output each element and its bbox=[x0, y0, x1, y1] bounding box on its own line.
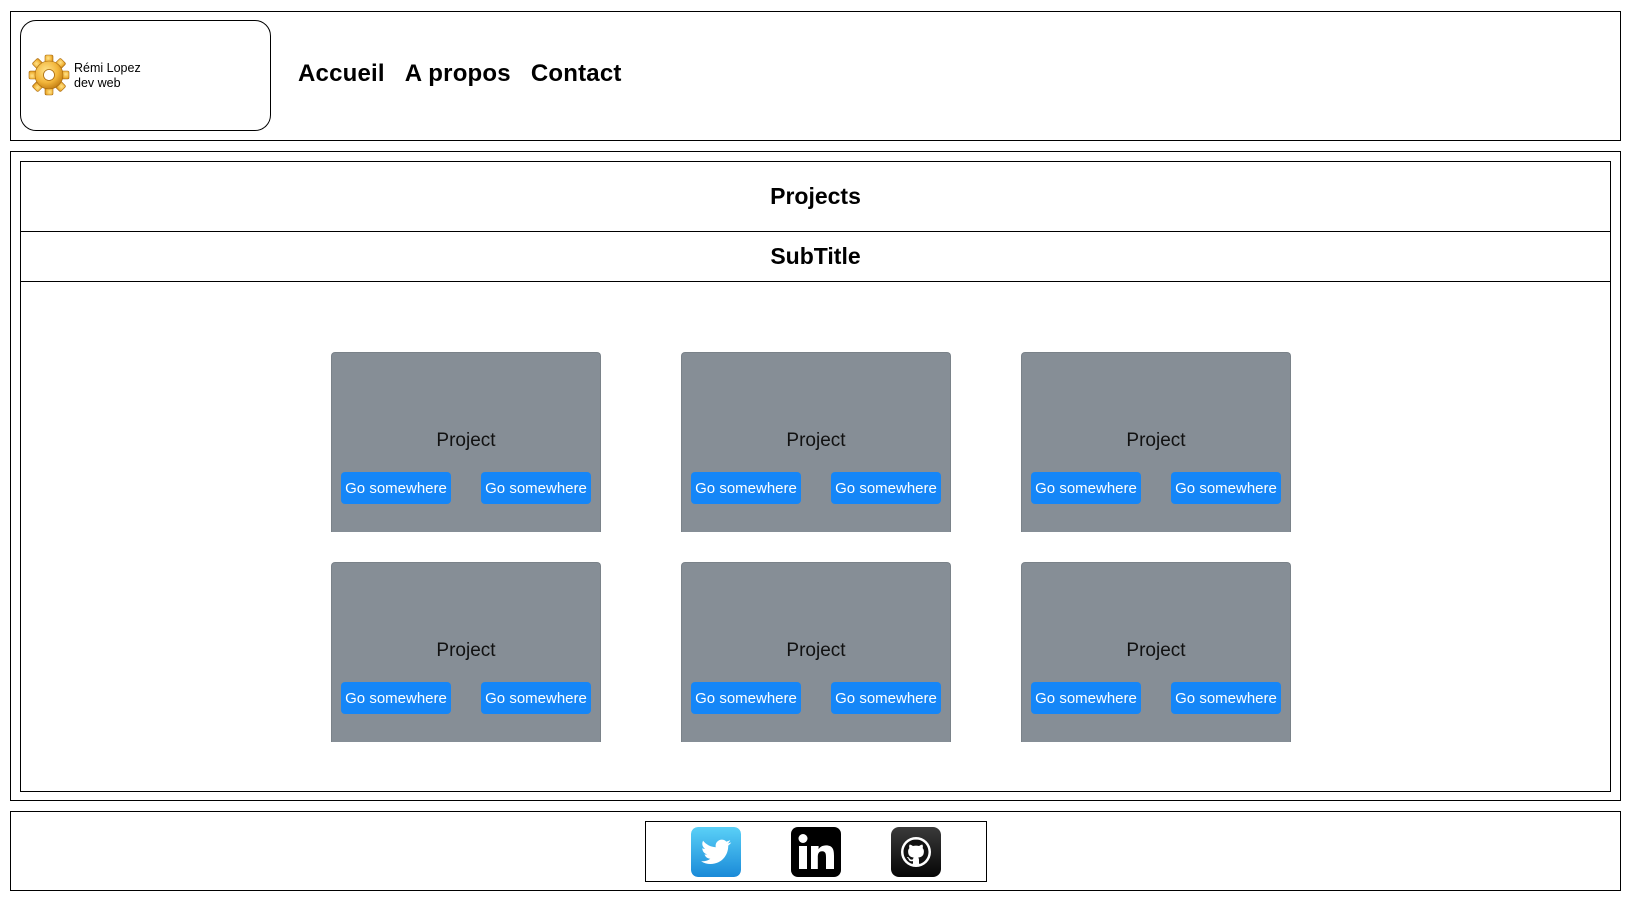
brand-text: Rémi Lopez dev web bbox=[74, 61, 141, 91]
nav-item-accueil[interactable]: Accueil bbox=[298, 60, 385, 88]
go-somewhere-button[interactable]: Go somewhere bbox=[691, 472, 801, 504]
go-somewhere-button[interactable]: Go somewhere bbox=[341, 682, 451, 714]
go-somewhere-button[interactable]: Go somewhere bbox=[1171, 472, 1281, 504]
go-somewhere-button[interactable]: Go somewhere bbox=[341, 472, 451, 504]
brand-box[interactable]: Rémi Lopez dev web bbox=[20, 20, 271, 131]
project-card: Project Go somewhere Go somewhere bbox=[681, 562, 951, 742]
site-header: Rémi Lopez dev web Accueil A propos Cont… bbox=[10, 11, 1621, 141]
project-card-title: Project bbox=[436, 640, 496, 661]
title-row: Projects bbox=[21, 162, 1610, 232]
project-card-title: Project bbox=[786, 430, 846, 451]
page-title: Projects bbox=[770, 183, 861, 209]
go-somewhere-button[interactable]: Go somewhere bbox=[831, 472, 941, 504]
twitter-icon[interactable] bbox=[691, 827, 741, 877]
go-somewhere-button[interactable]: Go somewhere bbox=[831, 682, 941, 714]
project-card-title: Project bbox=[436, 430, 496, 451]
site-footer bbox=[10, 811, 1621, 891]
go-somewhere-button[interactable]: Go somewhere bbox=[691, 682, 801, 714]
github-icon[interactable] bbox=[891, 827, 941, 877]
brand-name: Rémi Lopez bbox=[74, 61, 141, 75]
project-card: Project Go somewhere Go somewhere bbox=[681, 352, 951, 532]
project-card: Project Go somewhere Go somewhere bbox=[331, 352, 601, 532]
go-somewhere-button[interactable]: Go somewhere bbox=[481, 472, 591, 504]
project-card: Project Go somewhere Go somewhere bbox=[1021, 562, 1291, 742]
nav-item-contact[interactable]: Contact bbox=[531, 60, 622, 88]
nav-item-a-propos[interactable]: A propos bbox=[405, 60, 511, 88]
gear-icon bbox=[28, 54, 70, 96]
social-links bbox=[645, 821, 987, 882]
projects-panel: Projects SubTitle Project Go somewhere G… bbox=[20, 161, 1611, 792]
go-somewhere-button[interactable]: Go somewhere bbox=[1031, 682, 1141, 714]
go-somewhere-button[interactable]: Go somewhere bbox=[1031, 472, 1141, 504]
project-card-title: Project bbox=[1126, 430, 1186, 451]
page-subtitle: SubTitle bbox=[770, 243, 861, 269]
project-card-title: Project bbox=[786, 640, 846, 661]
linkedin-icon[interactable] bbox=[791, 827, 841, 877]
project-card: Project Go somewhere Go somewhere bbox=[1021, 352, 1291, 532]
go-somewhere-button[interactable]: Go somewhere bbox=[481, 682, 591, 714]
main-section: Projects SubTitle Project Go somewhere G… bbox=[10, 151, 1621, 801]
project-card: Project Go somewhere Go somewhere bbox=[331, 562, 601, 742]
project-card-title: Project bbox=[1126, 640, 1186, 661]
go-somewhere-button[interactable]: Go somewhere bbox=[1171, 682, 1281, 714]
main-nav: Accueil A propos Contact bbox=[298, 60, 642, 88]
brand-tagline: dev web bbox=[74, 76, 121, 90]
subtitle-row: SubTitle bbox=[21, 232, 1610, 282]
